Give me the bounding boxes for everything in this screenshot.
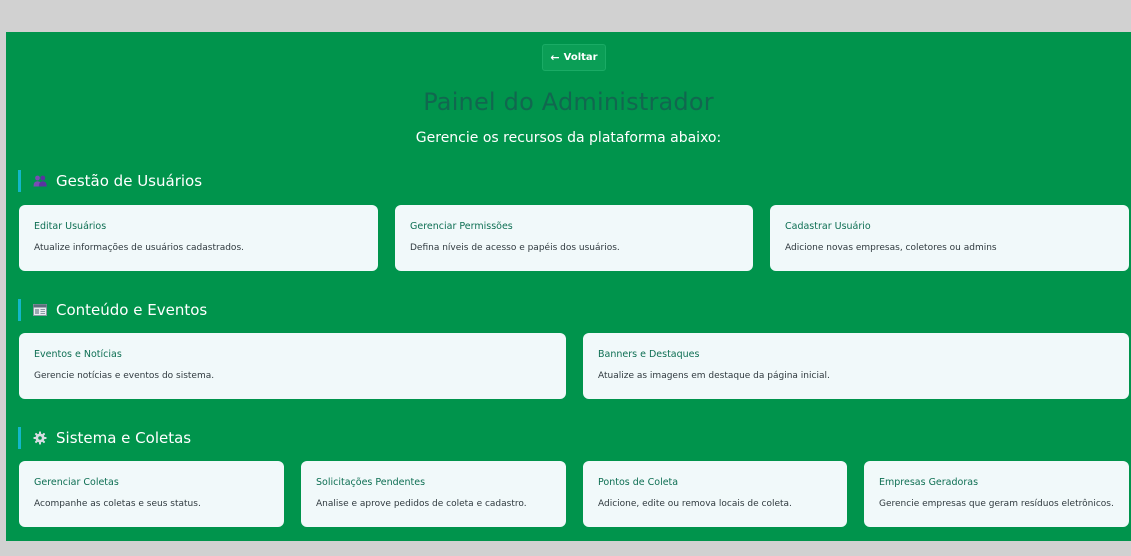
- admin-panel: ← Voltar Painel do Administrador Gerenci…: [6, 32, 1131, 541]
- card-description: Adicione novas empresas, coletores ou ad…: [785, 243, 997, 253]
- section-header-users: Gestão de Usuários: [18, 170, 202, 192]
- card-banners-destaques[interactable]: Banners e Destaques Atualize as imagens …: [583, 333, 1129, 399]
- page-title: Painel do Administrador: [423, 88, 714, 116]
- card-title: Gerenciar Permissões: [410, 221, 513, 232]
- card-gerenciar-permissoes[interactable]: Gerenciar Permissões Defina níveis de ac…: [395, 205, 753, 271]
- section-title: Sistema e Coletas: [56, 429, 192, 447]
- card-description: Atualize as imagens em destaque da págin…: [598, 371, 830, 381]
- section-title: Conteúdo e Eventos: [56, 301, 208, 319]
- card-title: Banners e Destaques: [598, 349, 700, 360]
- card-empresas-geradoras[interactable]: Empresas Geradoras Gerencie empresas que…: [864, 461, 1129, 527]
- back-button-label: Voltar: [563, 52, 598, 63]
- card-title: Solicitações Pendentes: [316, 477, 426, 488]
- card-description: Acompanhe as coletas e seus status.: [34, 499, 201, 509]
- section-header-system: Sistema e Coletas: [18, 427, 191, 449]
- card-description: Gerencie notícias e eventos do sistema.: [34, 371, 215, 381]
- card-title: Gerenciar Coletas: [34, 477, 119, 488]
- section-header-content: Conteúdo e Eventos: [18, 299, 207, 321]
- page-subtitle: Gerencie os recursos da plataforma abaix…: [415, 130, 722, 146]
- card-title: Cadastrar Usuário: [785, 221, 871, 232]
- card-title: Empresas Geradoras: [879, 477, 979, 488]
- card-title: Editar Usuários: [34, 221, 107, 232]
- card-title: Pontos de Coleta: [598, 477, 679, 488]
- newspaper-icon: [33, 303, 47, 317]
- card-title: Eventos e Notícias: [34, 349, 122, 360]
- card-pontos-coleta[interactable]: Pontos de Coleta Adicione, edite ou remo…: [583, 461, 847, 527]
- gear-icon: [33, 431, 47, 445]
- card-description: Atualize informações de usuários cadastr…: [34, 243, 244, 253]
- card-description: Analise e aprove pedidos de coleta e cad…: [316, 499, 527, 509]
- card-eventos-noticias[interactable]: Eventos e Notícias Gerencie notícias e e…: [19, 333, 566, 399]
- card-solicitacoes-pendentes[interactable]: Solicitações Pendentes Analise e aprove …: [301, 461, 566, 527]
- section-title: Gestão de Usuários: [56, 172, 203, 190]
- card-description: Adicione, edite ou remova locais de cole…: [598, 499, 792, 509]
- card-description: Gerencie empresas que geram resíduos ele…: [879, 499, 1114, 509]
- users-icon: [33, 174, 47, 188]
- arrow-left-icon: ←: [550, 51, 560, 64]
- card-cadastrar-usuario[interactable]: Cadastrar Usuário Adicione novas empresa…: [770, 205, 1129, 271]
- card-description: Defina níveis de acesso e papéis dos usu…: [410, 243, 620, 253]
- card-gerenciar-coletas[interactable]: Gerenciar Coletas Acompanhe as coletas e…: [19, 461, 284, 527]
- card-editar-usuarios[interactable]: Editar Usuários Atualize informações de …: [19, 205, 378, 271]
- back-button[interactable]: ← Voltar: [542, 44, 606, 71]
